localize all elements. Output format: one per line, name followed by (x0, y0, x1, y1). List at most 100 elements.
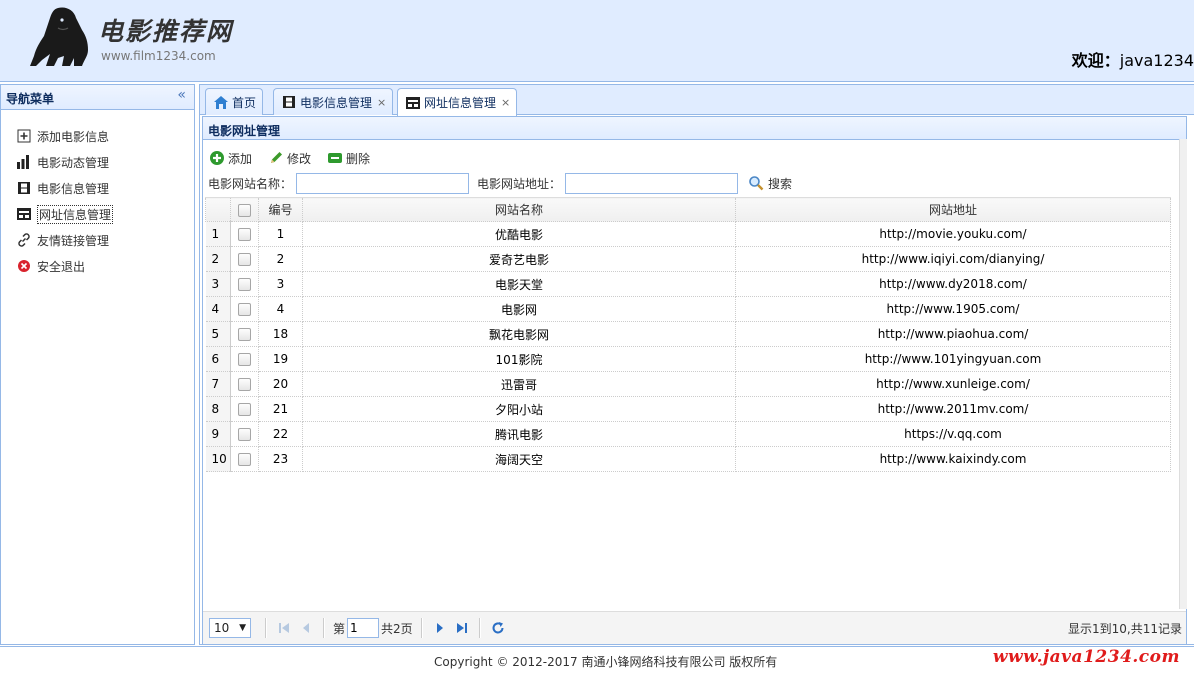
row-checkbox[interactable] (230, 371, 259, 397)
sidebar-title: 导航菜单 (6, 92, 55, 106)
checkbox[interactable] (238, 253, 251, 266)
table-row[interactable]: 8 21 夕阳小站 http://www.2011mv.com/ (205, 396, 1171, 422)
row-checkbox[interactable] (230, 346, 259, 372)
row-checkbox[interactable] (230, 321, 259, 347)
copyright: Copyright © 2012-2017 南通小锋网络科技有限公司 版权所有 (434, 655, 778, 669)
checkbox[interactable] (238, 228, 251, 241)
cell-url: http://www.piaohua.com/ (735, 321, 1171, 347)
page-size-select[interactable]: 10 ▼ (209, 618, 251, 638)
cell-name: 爱奇艺电影 (302, 246, 736, 272)
checkbox[interactable] (238, 303, 251, 316)
table-row[interactable]: 1 1 优酷电影 http://movie.youku.com/ (205, 221, 1171, 247)
first-page-button[interactable] (273, 617, 295, 639)
checkbox[interactable] (238, 328, 251, 341)
site-name-label: 电影网站名称： (208, 176, 293, 191)
table-row[interactable]: 2 2 爱奇艺电影 http://www.iqiyi.com/dianying/ (205, 246, 1171, 272)
checkbox[interactable] (238, 453, 251, 466)
row-number: 1 (205, 221, 231, 247)
site-name-input[interactable] (296, 172, 470, 194)
site-url-input[interactable] (565, 172, 739, 194)
cell-name: 海阔天空 (302, 446, 736, 472)
column-header-id[interactable]: 编号 (258, 197, 303, 222)
welcome-label: 欢迎： (1071, 51, 1120, 70)
page-prefix: 第 (333, 621, 346, 636)
row-number: 7 (205, 371, 231, 397)
sidebar-item-movie-news[interactable]: 电影动态管理 (1, 149, 194, 175)
cell-url: http://www.dy2018.com/ (735, 271, 1171, 297)
cell-id: 4 (258, 296, 303, 322)
checkbox[interactable] (238, 278, 251, 291)
collapse-left-icon[interactable]: « (177, 87, 186, 103)
row-number: 6 (205, 346, 231, 372)
prev-page-button[interactable] (295, 617, 317, 639)
sidebar-item-website-info[interactable]: 网址信息管理 (1, 201, 194, 227)
last-page-button[interactable] (451, 617, 473, 639)
cell-name: 夕阳小站 (302, 396, 736, 422)
sidebar-item-friend-links[interactable]: 友情链接管理 (1, 227, 194, 253)
row-checkbox[interactable] (230, 221, 259, 247)
cell-id: 22 (258, 421, 303, 447)
tab-label: 网址信息管理 (424, 96, 497, 110)
page-size-value: 10 (214, 621, 230, 635)
checkbox[interactable] (238, 203, 251, 217)
cell-url: http://www.2011mv.com/ (735, 396, 1171, 422)
add-button[interactable]: 添加 (209, 150, 252, 167)
table-row[interactable]: 7 20 迅雷哥 http://www.xunleige.com/ (205, 371, 1171, 397)
tabs-bar: 首页 电影信息管理 × 网址信息管理 × (200, 85, 1194, 116)
tab-home[interactable]: 首页 (205, 88, 264, 115)
first-page-icon (279, 623, 289, 633)
checkbox[interactable] (238, 378, 251, 391)
table-row[interactable]: 9 22 腾讯电影 https://v.qq.com (205, 421, 1171, 447)
cell-url: http://www.1905.com/ (735, 296, 1171, 322)
cell-name: 电影网 (302, 296, 736, 322)
close-icon[interactable]: × (501, 96, 510, 109)
table-row[interactable]: 10 23 海阔天空 http://www.kaixindy.com (205, 446, 1171, 472)
dropdown-arrow-icon: ▼ (239, 623, 246, 633)
select-all-checkbox[interactable] (230, 197, 259, 222)
checkbox[interactable] (238, 353, 251, 366)
sidebar-item-add-movie[interactable]: 添加电影信息 (1, 123, 194, 149)
tab-movie-info[interactable]: 电影信息管理 × (273, 88, 394, 115)
sidebar-item-label: 电影动态管理 (37, 155, 110, 170)
checkbox[interactable] (238, 428, 251, 441)
delete-button[interactable]: 删除 (327, 150, 370, 167)
row-checkbox[interactable] (230, 296, 259, 322)
header: 电影推荐网 www.film1234.com 欢迎：java1234 (0, 0, 1194, 82)
column-header-name[interactable]: 网站名称 (302, 197, 736, 222)
edit-button[interactable]: 修改 (268, 150, 311, 167)
checkbox[interactable] (238, 403, 251, 416)
film-icon (16, 180, 32, 196)
table-row[interactable]: 5 18 飘花电影网 http://www.piaohua.com/ (205, 321, 1171, 347)
rownum-header (205, 197, 231, 222)
row-checkbox[interactable] (230, 396, 259, 422)
table-row[interactable]: 3 3 电影天堂 http://www.dy2018.com/ (205, 271, 1171, 297)
search-label: 搜索 (768, 176, 793, 191)
exit-icon (16, 258, 32, 274)
cell-id: 2 (258, 246, 303, 272)
refresh-button[interactable] (487, 617, 509, 639)
cell-url: https://v.qq.com (735, 421, 1171, 447)
sidebar-item-movie-info[interactable]: 电影信息管理 (1, 175, 194, 201)
search-button[interactable]: 搜索 (748, 175, 792, 192)
row-number: 9 (205, 421, 231, 447)
table-row[interactable]: 4 4 电影网 http://www.1905.com/ (205, 296, 1171, 322)
table-row[interactable]: 6 19 101影院 http://www.101yingyuan.com (205, 346, 1171, 372)
website-icon (405, 95, 421, 111)
page-number-input[interactable] (347, 618, 380, 638)
cell-id: 21 (258, 396, 303, 422)
row-checkbox[interactable] (230, 446, 259, 472)
column-header-url[interactable]: 网站地址 (735, 197, 1171, 222)
vertical-scrollbar[interactable] (1179, 139, 1187, 609)
nav-menu: 添加电影信息 电影动态管理 电影信息管理 网址信息管理 友情链接管理 安全退出 (1, 110, 194, 279)
divider (420, 618, 423, 638)
sidebar-header: 导航菜单 « (1, 85, 194, 110)
page-info: 显示1到10,共11记录 (1068, 621, 1182, 636)
row-checkbox[interactable] (230, 246, 259, 272)
sidebar-item-logout[interactable]: 安全退出 (1, 253, 194, 279)
row-checkbox[interactable] (230, 271, 259, 297)
next-page-button[interactable] (429, 617, 451, 639)
close-icon[interactable]: × (377, 96, 386, 109)
cell-url: http://www.iqiyi.com/dianying/ (735, 246, 1171, 272)
tab-website-info[interactable]: 网址信息管理 × (397, 88, 518, 116)
row-checkbox[interactable] (230, 421, 259, 447)
